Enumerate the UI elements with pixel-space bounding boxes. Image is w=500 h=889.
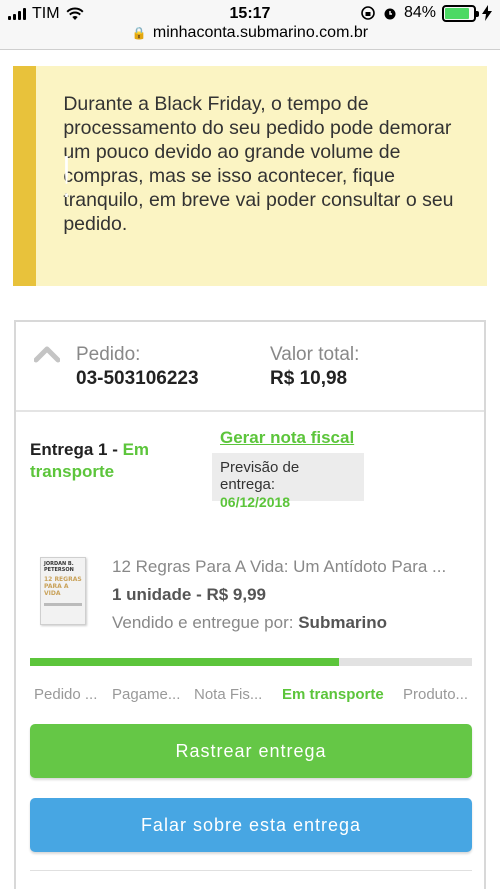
book-cover-icon: JORDAN B. PETERSON 12 REGRAS PARA A VIDA [40, 557, 86, 625]
total-value: R$ 10,98 [270, 368, 348, 389]
battery-icon [442, 4, 479, 22]
tracking-progress-fill [30, 658, 340, 666]
exclamation-icon: ! [55, 146, 78, 211]
alert-side: ! [13, 66, 78, 286]
generate-invoice-link[interactable]: Gerar nota fiscal [220, 428, 354, 448]
step-product: Produto... [403, 686, 469, 703]
battery-level [445, 7, 469, 19]
charging-icon [482, 5, 492, 21]
step-invoice: Nota Fis... [194, 686, 263, 703]
black-friday-alert: ! Durante a Black Friday, o tempo de pro… [13, 66, 487, 286]
delivery-number: Entrega 1 - [30, 440, 118, 459]
tracking-progress-bar [30, 658, 472, 666]
seller-label: Vendido e entregue por: [112, 613, 294, 632]
delivery-forecast: Previsão de entrega: 06/12/2018 [212, 453, 364, 510]
book-cover-title: 12 REGRAS PARA A VIDA [44, 576, 82, 597]
product-quantity-price: 1 unidade - R$ 9,99 [112, 585, 266, 604]
card-divider [30, 870, 472, 871]
url-text: minhaconta.submarino.com.br [152, 24, 369, 41]
rotation-lock-icon [361, 6, 375, 20]
alarm-icon [384, 8, 396, 20]
seller-name: Submarino [298, 613, 388, 632]
step-in-transport: Em transporte [282, 686, 384, 703]
order-card: Pedido: 03-503106223 Valor total: R$ 10,… [14, 320, 486, 889]
lock-icon: 🔒 [131, 26, 147, 40]
url-bar[interactable]: 🔒 minhaconta.submarino.com.br [0, 24, 500, 50]
total-label: Valor total: [270, 344, 360, 365]
talk-about-delivery-button[interactable]: Falar sobre esta entrega [30, 798, 472, 852]
product-name[interactable]: 12 Regras Para A Vida: Um Antídoto Para … [112, 557, 472, 577]
product-seller: Vendido e entregue por: Submarino [112, 613, 387, 633]
forecast-date: 06/12/2018 [220, 494, 291, 510]
track-delivery-button[interactable]: Rastrear entrega [30, 724, 472, 778]
status-right: 84% [360, 4, 492, 22]
order-header[interactable]: Pedido: 03-503106223 Valor total: R$ 10,… [16, 322, 484, 412]
step-order: Pedido ... [34, 686, 98, 703]
battery-percent: 84% [403, 4, 436, 21]
step-payment: Pagame... [112, 686, 181, 703]
book-cover-author: JORDAN B. PETERSON [44, 561, 74, 573]
forecast-label: Previsão de entrega: [220, 459, 300, 493]
chevron-up-icon[interactable] [34, 344, 60, 364]
order-label: Pedido: [76, 344, 141, 365]
order-number: 03-503106223 [76, 368, 199, 389]
delivery-title: Entrega 1 - Em transporte [30, 439, 180, 483]
